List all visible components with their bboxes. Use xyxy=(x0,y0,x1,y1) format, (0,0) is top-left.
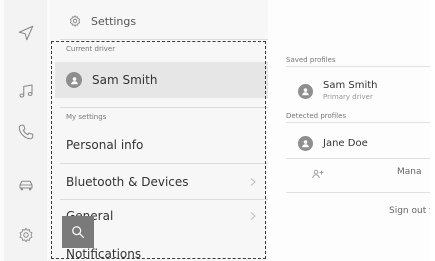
manage-label: Mana xyxy=(397,167,422,177)
person-icon xyxy=(70,76,78,84)
person-icon xyxy=(302,87,309,95)
divider xyxy=(60,163,268,164)
screen-bezel xyxy=(430,0,435,261)
avatar xyxy=(298,83,313,99)
chevron-right-icon xyxy=(250,178,256,186)
profile-name: Jane Doe xyxy=(323,137,368,149)
gear-icon xyxy=(68,14,82,28)
avatar xyxy=(298,136,313,151)
divider xyxy=(286,158,430,159)
menu-item-label: Bluetooth & Devices xyxy=(66,175,189,189)
current-driver-name: Sam Smith xyxy=(92,73,158,87)
search-icon xyxy=(72,226,85,239)
profile-name: Sam Smith xyxy=(323,80,378,91)
phone-icon[interactable] xyxy=(4,117,47,147)
divider xyxy=(286,192,430,193)
music-icon[interactable] xyxy=(4,76,47,106)
settings-screen: Settings Current driver Sam Smith My set… xyxy=(0,0,435,261)
settings-icon[interactable] xyxy=(4,220,47,250)
divider xyxy=(286,66,430,67)
navigation-icon[interactable] xyxy=(4,18,47,48)
current-driver-label: Current driver xyxy=(66,45,116,53)
detected-profiles-label: Detected profiles xyxy=(286,112,347,120)
search-button[interactable] xyxy=(62,216,94,248)
page-title: Settings xyxy=(91,14,137,28)
detected-profile-item[interactable]: Jane Doe xyxy=(298,136,368,151)
divider xyxy=(60,107,268,108)
car-icon[interactable] xyxy=(4,170,47,200)
current-driver-row[interactable]: Sam Smith xyxy=(55,62,268,98)
menu-item-bluetooth-devices[interactable]: Bluetooth & Devices xyxy=(55,165,268,199)
avatar xyxy=(66,72,82,88)
manage-profiles-button[interactable]: Mana xyxy=(312,167,430,179)
panel-header: Settings xyxy=(68,10,136,32)
my-settings-label: My settings xyxy=(66,113,107,121)
manage-users-icon xyxy=(312,169,324,179)
divider xyxy=(286,122,430,123)
saved-profiles-label: Saved profiles xyxy=(286,56,336,64)
saved-profile-item[interactable]: Sam Smith Primary driver xyxy=(298,80,378,102)
profile-subtitle: Primary driver xyxy=(323,93,373,101)
menu-item-personal-info[interactable]: Personal info xyxy=(55,128,268,162)
person-icon xyxy=(302,140,309,148)
sign-out-button[interactable]: Sign out t xyxy=(389,206,430,216)
chevron-right-icon xyxy=(250,212,256,220)
menu-item-label: Notifications xyxy=(66,247,142,261)
profiles-panel: Saved profiles Sam Smith Primary driver … xyxy=(268,0,430,261)
app-rail xyxy=(4,0,47,261)
divider xyxy=(60,39,268,40)
menu-item-label: Personal info xyxy=(66,138,144,152)
